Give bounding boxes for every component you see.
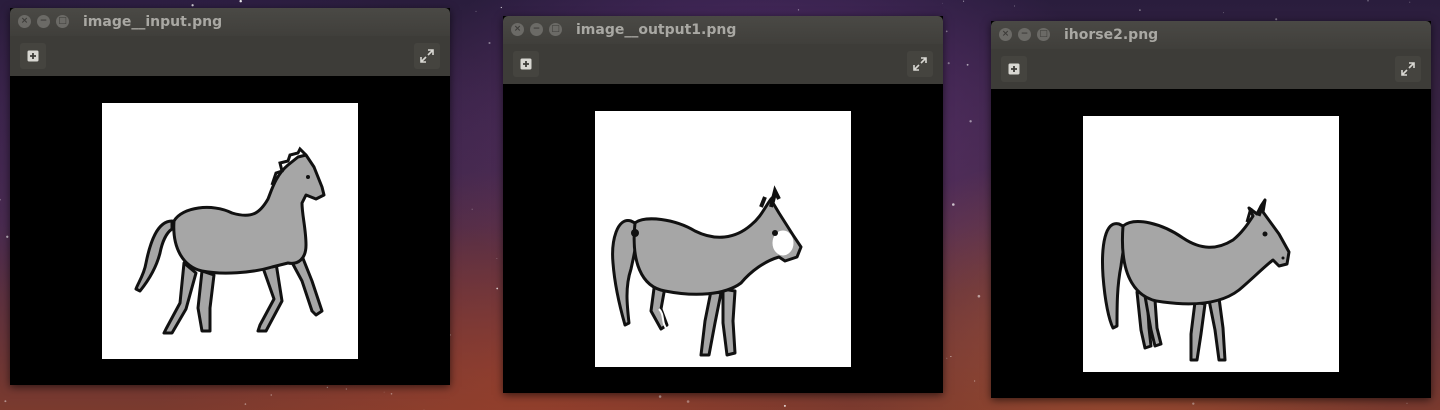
expand-button[interactable] xyxy=(1395,56,1421,82)
maximize-window-button[interactable]: □ xyxy=(56,15,69,28)
window-toolbar xyxy=(10,36,450,76)
window-title: image__input.png xyxy=(83,14,223,30)
horse-image xyxy=(1083,116,1339,372)
image-viewer-window-ihorse2: × − □ ihorse2.png xyxy=(991,21,1431,398)
horse-image xyxy=(595,111,851,367)
star xyxy=(270,394,272,396)
star xyxy=(974,380,976,382)
star xyxy=(191,4,194,7)
star xyxy=(4,400,7,403)
star xyxy=(1014,5,1015,7)
star xyxy=(1406,402,1408,404)
star xyxy=(383,391,385,393)
star xyxy=(686,400,690,403)
image-canvas xyxy=(503,84,943,393)
star xyxy=(1409,1,1411,3)
star xyxy=(496,287,499,290)
plus-square-icon xyxy=(27,50,39,62)
star xyxy=(496,258,498,259)
star xyxy=(947,62,950,65)
star xyxy=(6,235,9,238)
add-button[interactable] xyxy=(513,51,539,77)
window-titlebar[interactable]: × − □ image__input.png xyxy=(10,8,450,36)
star xyxy=(1367,0,1369,2)
plus-square-icon xyxy=(1008,63,1020,75)
image-viewer-window-input: × − □ image__input.png xyxy=(10,8,450,385)
star xyxy=(797,9,800,11)
star xyxy=(950,355,952,358)
star xyxy=(963,0,965,2)
minimize-window-button[interactable]: − xyxy=(530,23,543,36)
close-window-button[interactable]: × xyxy=(511,23,524,36)
star xyxy=(942,2,943,4)
add-button[interactable] xyxy=(1001,56,1027,82)
star xyxy=(244,403,247,405)
close-window-button[interactable]: × xyxy=(999,28,1012,41)
star xyxy=(1139,9,1141,11)
star xyxy=(475,10,477,12)
image-canvas xyxy=(10,76,450,385)
expand-button[interactable] xyxy=(907,51,933,77)
star xyxy=(345,388,347,390)
minimize-window-button[interactable]: − xyxy=(1018,28,1031,41)
star xyxy=(326,386,329,389)
window-titlebar[interactable]: × − □ image__output1.png xyxy=(503,16,943,44)
expand-arrows-icon xyxy=(1401,62,1415,76)
star xyxy=(946,357,948,359)
maximize-window-button[interactable]: □ xyxy=(1037,28,1050,41)
maximize-window-button[interactable]: □ xyxy=(549,23,562,36)
expand-button[interactable] xyxy=(414,43,440,69)
star xyxy=(977,294,981,298)
image-canvas xyxy=(991,89,1431,398)
window-toolbar xyxy=(991,49,1431,89)
star xyxy=(390,393,393,395)
star xyxy=(471,208,473,210)
plus-square-icon xyxy=(520,58,532,70)
horse-image xyxy=(102,103,358,359)
star xyxy=(658,395,662,398)
star xyxy=(966,63,969,66)
close-window-button[interactable]: × xyxy=(18,15,31,28)
add-button[interactable] xyxy=(20,43,46,69)
expand-arrows-icon xyxy=(420,49,434,63)
window-title: image__output1.png xyxy=(576,22,737,38)
star xyxy=(1192,402,1195,405)
star xyxy=(783,404,786,407)
star xyxy=(1223,12,1224,14)
minimize-window-button[interactable]: − xyxy=(37,15,50,28)
star xyxy=(488,41,491,45)
window-title: ihorse2.png xyxy=(1064,27,1159,43)
star xyxy=(239,0,242,3)
window-toolbar xyxy=(503,44,943,84)
star xyxy=(945,30,948,33)
star xyxy=(952,203,955,206)
star xyxy=(500,6,502,9)
expand-arrows-icon xyxy=(913,57,927,71)
image-viewer-window-output1: × − □ image__output1.png xyxy=(503,16,943,393)
star xyxy=(969,120,972,123)
star xyxy=(0,198,1,201)
window-titlebar[interactable]: × − □ ihorse2.png xyxy=(991,21,1431,49)
